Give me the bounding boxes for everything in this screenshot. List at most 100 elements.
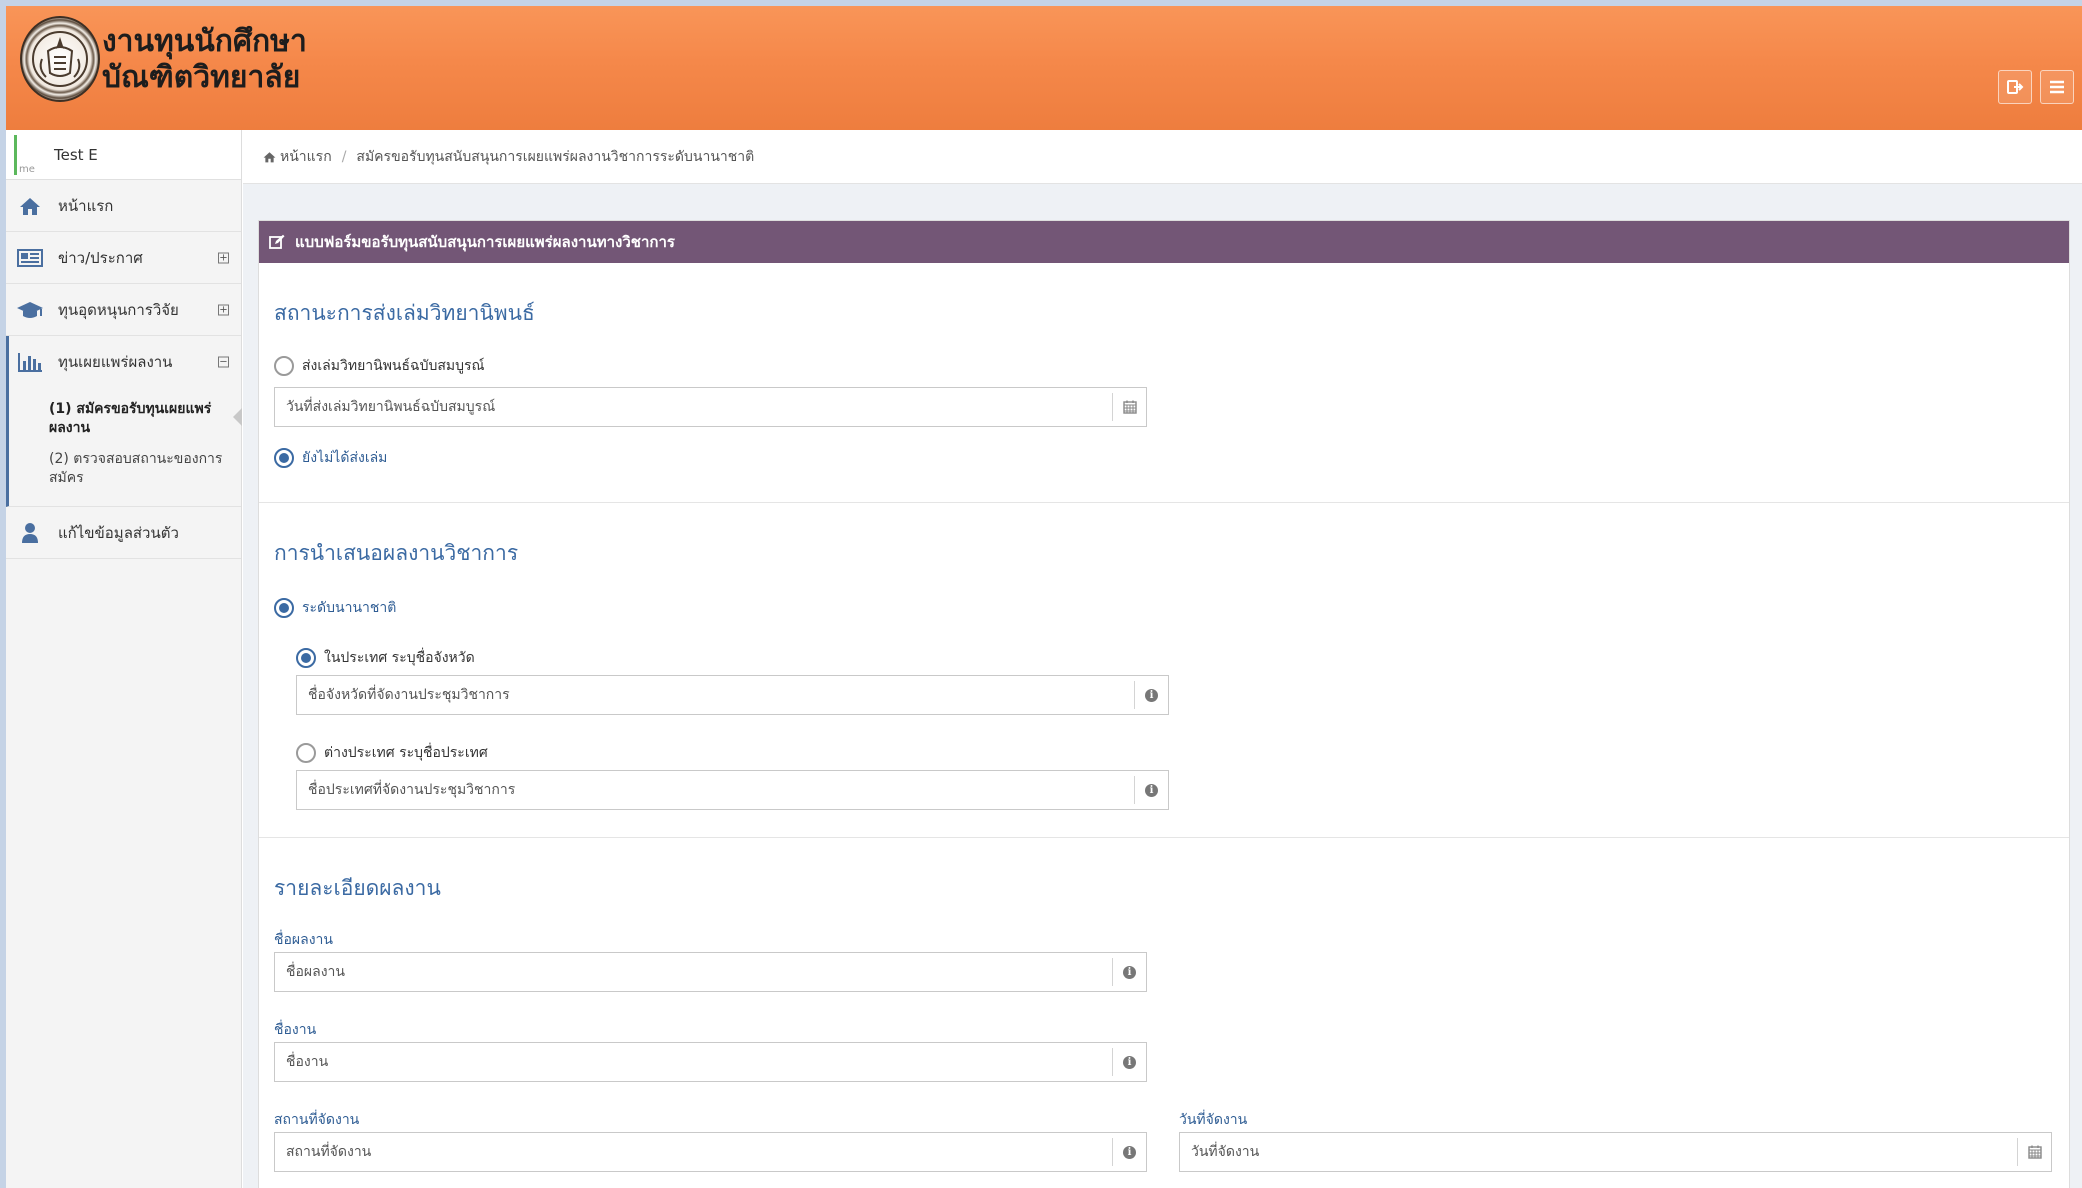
event-name-label: ชื่องาน xyxy=(274,1022,317,1038)
calendar-button[interactable] xyxy=(2017,1138,2051,1166)
radio-label: ยังไม่ได้ส่งเล่ม xyxy=(302,450,388,466)
radio-international-level[interactable]: ระดับนานาชาติ xyxy=(274,597,396,619)
submenu-item-check-status[interactable]: (2) ตรวจสอบสถานะของการสมัคร xyxy=(49,444,241,494)
radio-circle[interactable] xyxy=(296,743,316,763)
country-field[interactable]: i xyxy=(296,770,1169,810)
country-input[interactable] xyxy=(297,771,1134,809)
application-form-panel: แบบฟอร์มขอรับทุนสนับสนุนการเผยแพร่ผลงานท… xyxy=(258,220,2070,1188)
thesis-status-section: สถานะการส่งเล่มวิทยานิพนธ์ ส่งเล่มวิทยาน… xyxy=(259,263,2069,503)
expand-toggle[interactable]: + xyxy=(218,252,229,263)
presentation-title: การนำเสนอผลงานวิชาการ xyxy=(274,541,519,565)
breadcrumb-separator: / xyxy=(341,148,347,165)
work-name-input[interactable] xyxy=(275,953,1112,991)
home-icon xyxy=(16,194,44,218)
info-addon: i xyxy=(1112,1138,1146,1166)
expand-toggle[interactable]: + xyxy=(218,304,229,315)
radio-label: ต่างประเทศ ระบุชื่อประเทศ xyxy=(324,745,488,761)
active-caret-icon xyxy=(233,408,242,426)
panel-header: แบบฟอร์มขอรับทุนสนับสนุนการเผยแพร่ผลงานท… xyxy=(259,221,2069,263)
user-icon xyxy=(16,521,44,545)
site-title-line2: บัณฑิตวิทยาลัย xyxy=(102,60,301,95)
info-addon: i xyxy=(1134,681,1168,709)
breadcrumb-current: สมัครขอรับทุนสนับสนุนการเผยแพร่ผลงานวิชา… xyxy=(356,148,755,165)
thesis-submit-date-field[interactable] xyxy=(274,387,1147,427)
info-addon: i xyxy=(1112,1048,1146,1076)
radio-circle[interactable] xyxy=(296,648,316,668)
venue-label: สถานที่จัดงาน xyxy=(274,1112,360,1128)
sidebar-item-publication-grant[interactable]: ทุนเผยแพร่ผลงาน − xyxy=(6,336,241,388)
breadcrumb-home-link[interactable]: หน้าแรก xyxy=(280,146,332,168)
work-name-label: ชื่อผลงาน xyxy=(274,932,333,948)
app-window: งานทุนนักศึกษา บัณฑิตวิทยาลัย me Test E xyxy=(6,6,2082,1188)
sidebar-item-label: หน้าแรก xyxy=(58,196,114,215)
info-icon: i xyxy=(1123,1145,1136,1159)
graduation-cap-icon xyxy=(16,298,44,322)
user-profile-row[interactable]: me Test E xyxy=(6,130,241,180)
province-field[interactable]: i xyxy=(296,675,1169,715)
radio-label: ส่งเล่มวิทยานิพนธ์ฉบับสมบูรณ์ xyxy=(302,358,485,374)
bar-chart-icon xyxy=(16,350,44,374)
avatar-alt-text: me xyxy=(19,163,35,175)
info-icon: i xyxy=(1123,1055,1136,1069)
menu-toggle-button[interactable] xyxy=(2040,70,2074,104)
breadcrumb: หน้าแรก / สมัครขอรับทุนสนับสนุนการเผยแพร… xyxy=(243,130,2082,184)
event-date-field[interactable] xyxy=(1179,1132,2052,1172)
radio-label: ระดับนานาชาติ xyxy=(302,600,397,616)
radio-abroad[interactable]: ต่างประเทศ ระบุชื่อประเทศ xyxy=(296,742,488,764)
event-name-input[interactable] xyxy=(275,1043,1112,1081)
sidebar-item-label: ข่าว/ประกาศ xyxy=(58,248,143,267)
info-addon: i xyxy=(1134,776,1168,804)
event-name-field[interactable]: i xyxy=(274,1042,1147,1082)
collapse-toggle[interactable]: − xyxy=(218,356,229,368)
info-addon: i xyxy=(1112,958,1146,986)
event-date-input[interactable] xyxy=(1180,1133,2017,1171)
thesis-status-title: สถานะการส่งเล่มวิทยานิพนธ์ xyxy=(274,301,535,325)
university-logo xyxy=(20,16,100,102)
site-title: งานทุนนักศึกษา บัณฑิตวิทยาลัย xyxy=(102,24,307,96)
newspaper-icon xyxy=(16,246,44,270)
thesis-submit-date-input[interactable] xyxy=(275,388,1112,426)
work-details-section: รายละเอียดผลงาน ชื่อผลงาน i ชื่องาน i สถ… xyxy=(259,838,2069,1188)
radio-circle[interactable] xyxy=(274,448,294,468)
radio-thesis-submitted[interactable]: ส่งเล่มวิทยานิพนธ์ฉบับสมบูรณ์ xyxy=(274,355,485,377)
venue-input[interactable] xyxy=(275,1133,1112,1171)
top-header: งานทุนนักศึกษา บัณฑิตวิทยาลัย xyxy=(6,6,2082,130)
province-input[interactable] xyxy=(297,676,1134,714)
calendar-icon xyxy=(1122,400,1137,414)
sidebar-item-label: ทุนอุดหนุนการวิจัย xyxy=(58,300,179,319)
radio-label: ในประเทศ ระบุชื่อจังหวัด xyxy=(324,650,475,666)
edit-icon xyxy=(269,234,285,249)
logout-button[interactable] xyxy=(1998,70,2032,104)
radio-circle[interactable] xyxy=(274,356,294,376)
radio-thesis-not-submitted[interactable]: ยังไม่ได้ส่งเล่ม xyxy=(274,447,387,469)
sidebar-item-home[interactable]: หน้าแรก xyxy=(6,180,241,232)
publication-grant-submenu: (1) สมัครขอรับทุนเผยแพร่ผลงาน (2) ตรวจสอ… xyxy=(6,388,242,507)
site-title-line1: งานทุนนักศึกษา xyxy=(102,24,307,59)
radio-domestic[interactable]: ในประเทศ ระบุชื่อจังหวัด xyxy=(296,647,475,669)
radio-circle[interactable] xyxy=(274,598,294,618)
sign-out-icon xyxy=(2007,80,2024,94)
user-name: Test E xyxy=(54,145,98,164)
sidebar-item-label: แก้ไขข้อมูลส่วนตัว xyxy=(58,523,179,542)
sidebar: me Test E หน้าแรก ข่าว/ประกาศ + ทุนอุดหน… xyxy=(6,130,242,1188)
calendar-icon xyxy=(2027,1145,2042,1159)
home-icon xyxy=(263,151,276,162)
work-name-field[interactable]: i xyxy=(274,952,1147,992)
info-icon: i xyxy=(1145,783,1158,797)
event-date-label: วันที่จัดงาน xyxy=(1179,1112,1248,1128)
avatar: me xyxy=(14,134,36,175)
main-content: หน้าแรก / สมัครขอรับทุนสนับสนุนการเผยแพร… xyxy=(243,130,2082,1188)
presentation-section: การนำเสนอผลงานวิชาการ ระดับนานาชาติ ในปร… xyxy=(259,503,2069,838)
sidebar-item-research-grant[interactable]: ทุนอุดหนุนการวิจัย + xyxy=(6,284,241,336)
sidebar-item-edit-profile[interactable]: แก้ไขข้อมูลส่วนตัว xyxy=(6,507,241,559)
calendar-button[interactable] xyxy=(1112,393,1146,421)
work-details-title: รายละเอียดผลงาน xyxy=(274,876,441,900)
venue-field[interactable]: i xyxy=(274,1132,1147,1172)
hamburger-icon xyxy=(2050,80,2064,94)
sidebar-item-news[interactable]: ข่าว/ประกาศ + xyxy=(6,232,241,284)
sidebar-item-label: ทุนเผยแพร่ผลงาน xyxy=(58,353,173,371)
panel-title: แบบฟอร์มขอรับทุนสนับสนุนการเผยแพร่ผลงานท… xyxy=(295,233,675,251)
info-icon: i xyxy=(1145,688,1158,702)
submenu-item-apply[interactable]: (1) สมัครขอรับทุนเผยแพร่ผลงาน xyxy=(49,394,241,444)
info-icon: i xyxy=(1123,965,1136,979)
